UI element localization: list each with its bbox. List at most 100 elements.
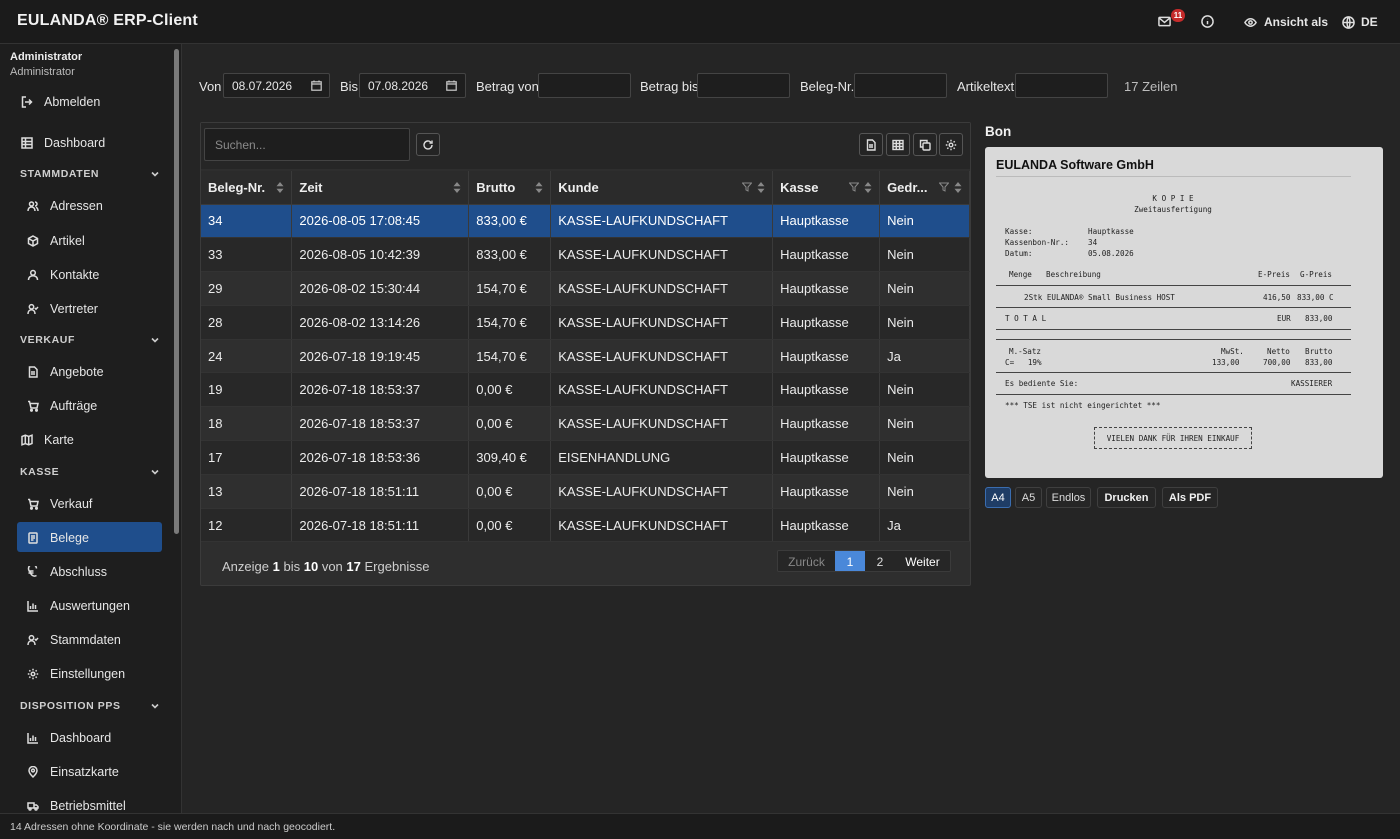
sidebar-item-logout[interactable]: Abmelden xyxy=(21,95,100,109)
receipt-col-beschreibung: Beschreibung xyxy=(1046,270,1101,279)
sort-icon[interactable] xyxy=(757,182,765,193)
table-row[interactable]: 33 2026-08-05 10:42:39 833,00 € KASSE-LAUFK… xyxy=(201,237,970,273)
filter-icon[interactable] xyxy=(742,182,753,192)
info-icon xyxy=(1201,15,1214,28)
pdf-button[interactable]: Als PDF xyxy=(1162,487,1218,508)
grid-settings-button[interactable] xyxy=(939,133,963,156)
filter-betrag-von-label: Betrag von xyxy=(476,79,539,94)
cell-brutto: 154,70 € xyxy=(468,305,552,340)
receipt-rate-c: C= 19% xyxy=(1005,358,1042,367)
filter-artikeltext-input[interactable] xyxy=(1015,73,1108,98)
sidebar-item-abschluss[interactable]: Abschluss xyxy=(27,565,107,579)
sidebar-item-vertreter[interactable]: Vertreter xyxy=(27,302,98,316)
sidebar-item-einsatzkarte[interactable]: Einsatzkarte xyxy=(27,765,119,779)
column-label: Beleg-Nr. xyxy=(208,179,266,195)
sort-icon[interactable] xyxy=(864,182,872,193)
table-row[interactable]: 24 2026-07-18 19:19:45 154,70 € KASSE-LAUFK… xyxy=(201,339,970,374)
sidebar-item-belege[interactable]: Belege xyxy=(27,531,89,545)
table-row[interactable]: 29 2026-08-02 15:30:44 154,70 € KASSE-LAUFK… xyxy=(201,271,970,306)
sort-icon[interactable] xyxy=(276,182,284,193)
section-disposition[interactable]: DISPOSITION PPS xyxy=(20,700,160,712)
format-endlos-button[interactable]: Endlos xyxy=(1046,487,1091,508)
sort-icon[interactable] xyxy=(954,182,962,193)
table-row[interactable]: 13 2026-07-18 18:51:11 0,00 € KASSE-LAUFKUN… xyxy=(201,474,970,509)
pager-page-1[interactable]: 1 xyxy=(835,551,865,571)
cell-kasse: Hauptkasse xyxy=(772,237,881,273)
table-row[interactable]: 28 2026-08-02 13:14:26 154,70 € KASSE-LAUFK… xyxy=(201,305,970,340)
sidebar-item-dispo-dashboard[interactable]: Dashboard xyxy=(27,731,111,745)
table-row[interactable]: 17 2026-07-18 18:53:36 309,40 € EISENHANDLU… xyxy=(201,440,970,475)
column-header-kasse[interactable]: Kasse xyxy=(772,171,881,205)
section-kasse[interactable]: KASSE xyxy=(20,466,160,478)
receipt-total-value: 833,00 xyxy=(1305,314,1333,323)
user-check-icon xyxy=(27,634,39,646)
sidebar-item-verkauf[interactable]: Verkauf xyxy=(27,497,92,511)
sort-icon[interactable] xyxy=(453,182,461,193)
mail-button[interactable] xyxy=(1158,15,1171,31)
receipt-item-gpreis: 833,00 C xyxy=(1297,293,1334,302)
sidebar-item-dashboard[interactable]: Dashboard xyxy=(21,136,105,150)
sidebar-scrollbar[interactable] xyxy=(174,49,179,534)
filter-betrag-von-input[interactable] xyxy=(538,73,631,98)
receipt-total-currency: EUR xyxy=(1277,314,1291,323)
chevron-down-icon xyxy=(151,469,159,475)
format-a4-button[interactable]: A4 xyxy=(985,487,1011,508)
logout-icon xyxy=(21,96,33,108)
sidebar-item-label: Vertreter xyxy=(50,302,98,316)
export-file-button[interactable] xyxy=(859,133,883,156)
sidebar-item-betriebsmittel[interactable]: Betriebsmittel xyxy=(27,799,126,813)
sort-icon[interactable] xyxy=(535,182,543,193)
column-header-beleg-nr[interactable]: Beleg-Nr. xyxy=(201,171,293,205)
cell-gedruckt: Nein xyxy=(879,474,970,509)
sidebar-item-label: Einsatzkarte xyxy=(50,765,119,779)
filter-betrag-bis-input[interactable] xyxy=(697,73,790,98)
calendar-icon[interactable] xyxy=(311,80,322,91)
top-bar: EULANDA® ERP-Client xyxy=(0,0,1400,44)
cell-brutto: 0,00 € xyxy=(468,372,552,408)
filter-icon[interactable] xyxy=(939,182,949,192)
refresh-button[interactable] xyxy=(416,133,440,156)
pager-next-button[interactable]: Weiter xyxy=(895,551,950,571)
pagination-to: 10 xyxy=(303,559,319,574)
export-table-button[interactable] xyxy=(886,133,910,156)
sidebar-item-karte[interactable]: Karte xyxy=(21,433,74,447)
column-header-gedruckt[interactable]: Gedr... xyxy=(879,171,970,205)
view-as-button[interactable]: Ansicht als xyxy=(1244,15,1328,29)
cell-kasse: Hauptkasse xyxy=(772,440,881,475)
filter-artikeltext-label: Artikeltext xyxy=(957,79,1015,94)
column-label: Kasse xyxy=(780,179,819,195)
format-a5-button[interactable]: A5 xyxy=(1015,487,1042,508)
language-button[interactable]: DE xyxy=(1342,15,1378,29)
section-verkauf[interactable]: VERKAUF xyxy=(20,334,160,346)
table-row[interactable]: 34 2026-08-05 17:08:45 833,00 € KASSE-LAUFK… xyxy=(201,204,970,239)
info-button[interactable] xyxy=(1201,15,1214,31)
sidebar-item-angebote[interactable]: Angebote xyxy=(27,365,104,379)
cell-beleg-nr: 28 xyxy=(201,305,293,340)
sidebar-item-adressen[interactable]: Adressen xyxy=(27,199,103,213)
column-header-kunde[interactable]: Kunde xyxy=(550,171,774,205)
cell-gedruckt: Nein xyxy=(879,204,970,239)
table-row[interactable]: 19 2026-07-18 18:53:37 0,00 € KASSE-LAUFKUN… xyxy=(201,372,970,408)
column-header-zeit[interactable]: Zeit xyxy=(291,171,470,205)
cell-brutto: 833,00 € xyxy=(468,237,552,273)
sidebar-item-kontakte[interactable]: Kontakte xyxy=(27,268,99,282)
copy-button[interactable] xyxy=(913,133,937,156)
column-header-brutto[interactable]: Brutto xyxy=(468,171,552,205)
cell-kunde: KASSE-LAUFKUNDSCHAFT xyxy=(550,271,774,306)
search-input[interactable] xyxy=(204,128,410,161)
sidebar-item-auftraege[interactable]: Aufträge xyxy=(27,399,97,413)
sidebar-item-artikel[interactable]: Artikel xyxy=(27,234,85,248)
receipt-icon xyxy=(28,532,38,544)
table-row[interactable]: 18 2026-07-18 18:53:37 0,00 € KASSE-LAUFKUN… xyxy=(201,406,970,442)
sidebar-item-label: Abschluss xyxy=(50,565,107,579)
calendar-icon[interactable] xyxy=(446,80,457,91)
pager-prev-button[interactable]: Zurück xyxy=(778,551,835,571)
sidebar-item-auswertungen[interactable]: Auswertungen xyxy=(27,599,130,613)
filter-icon[interactable] xyxy=(849,182,860,192)
section-stammdaten[interactable]: STAMMDATEN xyxy=(20,168,160,180)
sidebar-item-einstellungen[interactable]: Einstellungen xyxy=(27,667,125,681)
filter-beleg-nr-input[interactable] xyxy=(854,73,947,98)
pager-page-2[interactable]: 2 xyxy=(865,551,895,571)
sidebar-item-kasse-stammdaten[interactable]: Stammdaten xyxy=(27,633,121,647)
print-button[interactable]: Drucken xyxy=(1097,487,1156,508)
